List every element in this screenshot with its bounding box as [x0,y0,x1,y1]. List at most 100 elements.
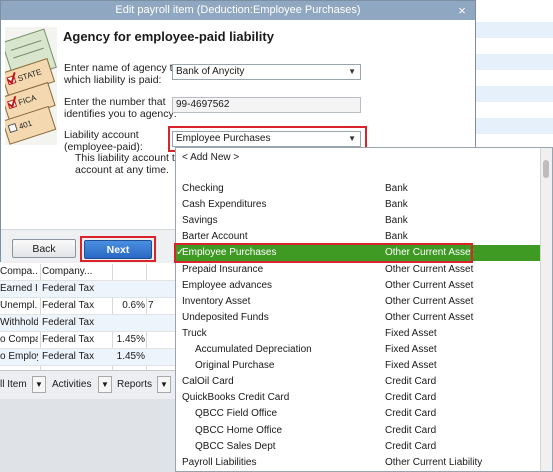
payroll-item-menu-button[interactable]: ll Item [0,376,27,393]
page-title: Agency for employee-paid liability [63,29,274,44]
account-option-type: Credit Card [385,408,437,419]
account-option-type: Credit Card [385,376,437,387]
account-option-name: Prepaid Insurance [182,264,264,275]
item-rate-cell: 0.6% [122,300,145,311]
account-option[interactable]: Employee advances Other Current Asset [176,278,542,294]
account-option[interactable]: Prepaid Insurance Other Current Asset [176,262,542,278]
agency-name-label: Enter name of agency to which liability … [64,62,178,86]
next-button[interactable]: Next [84,240,152,259]
account-option-name: Checking [182,183,224,194]
account-option[interactable]: QBCC Sales Dept Credit Card [176,439,542,455]
account-option[interactable]: Undeposited Funds Other Current Asset [176,310,542,326]
account-dropdown-list[interactable]: < Add New > Checking Bank Cash Expenditure… [174,147,553,472]
dropdown-scrollbar[interactable] [540,148,552,471]
help-text-line: This liability account track [75,152,175,164]
chevron-down-icon[interactable]: ▼ [348,132,356,146]
liability-account-label: Liability account (employee-paid): [64,129,143,153]
item-name-cell: o Compa... [0,334,38,345]
item-limit-cell: 7 [148,300,154,311]
account-option-name: Truck [182,328,207,339]
item-name-cell: Withhold... [0,317,38,328]
account-option[interactable]: Original Purchase Fixed Asset [176,358,542,374]
item-type-cell: Federal Tax [42,283,95,294]
account-option-name: Employee advances [182,280,273,291]
account-option-type: Credit Card [385,392,437,403]
dialog-title: Edit payroll item (Deduction:Employee Pu… [1,1,475,20]
list-toolbar: ll Item ▼ Activities ▼ Reports ▼ [0,370,175,400]
account-option-type: Other Current Asset [385,280,474,291]
account-option[interactable]: QBCC Field Office Credit Card [176,406,542,422]
table-row[interactable]: o Employ... Federal Tax 1.45% [0,349,175,366]
help-text-line: account at any time. [75,164,169,176]
item-name-cell: o Employ... [0,351,38,362]
account-option-type: Credit Card [385,441,437,452]
account-option[interactable]: Checking Bank [176,181,542,197]
liability-account-label-line: Liability account [64,129,139,141]
item-name-cell: Unempl... [0,300,38,311]
account-option-type: Other Current Asset [385,264,474,275]
chevron-down-icon[interactable]: ▼ [32,376,46,393]
activities-menu-button[interactable]: Activities [52,376,91,393]
account-option-type: Credit Card [385,425,437,436]
account-option[interactable]: Truck Fixed Asset [176,326,542,342]
item-type-cell: Federal Tax [42,317,95,328]
account-option-name: Cash Expenditures [182,199,267,210]
agency-number-label-line: Enter the number that [64,96,166,108]
account-option-name: Payroll Liabilities [182,457,257,468]
account-option[interactable]: CalOil Card Credit Card [176,374,542,390]
agency-name-label-line: which liability is paid: [64,74,162,86]
account-option-name: Savings [182,215,218,226]
agency-number-label-line: identifies you to agency: [64,108,177,120]
account-option-type: Other Current Asset [385,312,474,323]
item-name-cell: Compa... [0,266,38,277]
chevron-down-icon[interactable]: ▼ [348,65,356,79]
table-row[interactable]: Compa... Company... [0,264,175,281]
account-option[interactable]: Accumulated Depreciation Fixed Asset [176,342,542,358]
account-option-name: Undeposited Funds [182,312,269,323]
item-rate-cell: 1.45% [116,351,145,362]
background-row [475,86,553,102]
background-panel [0,399,175,472]
table-row[interactable]: Unempl... Federal Tax 0.6% 7 [0,298,175,315]
liability-account-select[interactable]: Employee Purchases ▼ [172,131,361,147]
account-option[interactable]: Savings Bank [176,213,542,229]
liability-account-value: Employee Purchases [176,133,271,144]
account-option-name: QBCC Sales Dept [195,441,276,452]
account-option[interactable]: QBCC Home Office Credit Card [176,423,542,439]
account-option-name: Accumulated Depreciation [195,344,312,355]
account-option-name: QuickBooks Credit Card [182,392,290,403]
close-icon[interactable]: × [455,1,469,20]
item-rate-cell: 1.45% [116,334,145,345]
table-row[interactable]: Withhold... Federal Tax [0,315,175,332]
agency-number-value: 99-4697562 [176,99,230,110]
back-button[interactable]: Back [12,239,76,258]
table-row[interactable]: o Compa... Federal Tax 1.45% [0,332,175,349]
chevron-down-icon[interactable]: ▼ [157,376,171,393]
agency-number-label: Enter the number that identifies you to … [64,96,177,120]
agency-name-label-line: Enter name of agency to [64,62,179,74]
account-option[interactable]: Inventory Asset Other Current Asset [176,294,542,310]
account-option[interactable]: Cash Expenditures Bank [176,197,542,213]
account-option-name: CalOil Card [182,376,234,387]
account-option-type: Bank [385,215,408,226]
payroll-item-list: Compa... Company... Earned I... Federal … [0,264,175,370]
account-option-type: Fixed Asset [385,344,437,355]
background-row [475,118,553,134]
scrollbar-thumb[interactable] [543,160,549,178]
account-option-name: Original Purchase [195,360,275,371]
reports-menu-button[interactable]: Reports [117,376,152,393]
account-option[interactable]: QuickBooks Credit Card Credit Card [176,390,542,406]
agency-number-field[interactable]: 99-4697562 [172,97,361,113]
add-new-label: < Add New > [182,152,240,163]
tax-forms-illustration: STATE FICA 401 [5,27,57,145]
account-option-name: QBCC Home Office [195,425,283,436]
account-option-type: Other Current Asset [385,296,474,307]
account-option[interactable]: Payroll Liabilities Other Current Liabili… [176,455,542,471]
account-option-name: QBCC Field Office [195,408,278,419]
item-type-cell: Company... [42,266,93,277]
chevron-down-icon[interactable]: ▼ [98,376,112,393]
table-row[interactable]: Earned I... Federal Tax [0,281,175,298]
account-option-type: Fixed Asset [385,328,437,339]
add-new-option[interactable]: < Add New > [176,150,542,166]
agency-name-select[interactable]: Bank of Anycity ▼ [172,64,361,80]
